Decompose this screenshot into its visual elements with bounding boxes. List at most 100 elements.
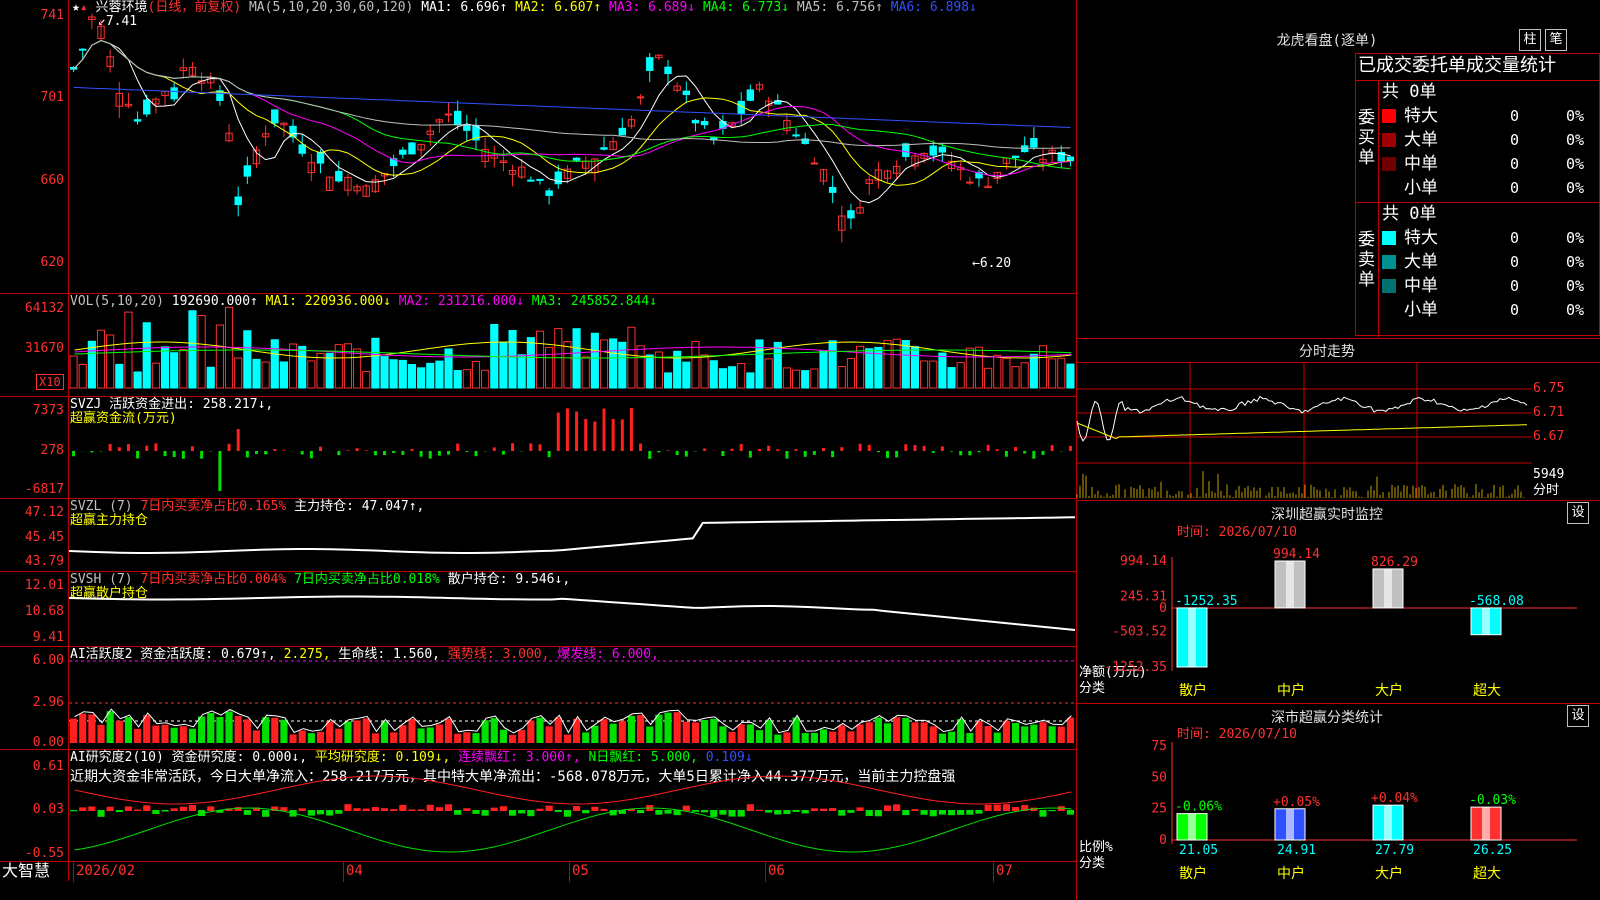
candlestick-chart[interactable]: [69, 0, 1075, 294]
volume-bar: [371, 337, 380, 389]
research-bar: [508, 810, 517, 816]
svzj-pane[interactable]: SVZJ 活跃资金进出: 258.217↓, 超赢资金流(万元): [0, 397, 1077, 499]
svsh-pane[interactable]: SVSH (7) 7日内买卖净占比0.004% 7日内买卖净占比0.018% 散…: [0, 572, 1077, 647]
order-val: 0: [1510, 253, 1520, 271]
activity-bar: [1039, 722, 1047, 743]
volume-bar: [700, 354, 709, 389]
research-bar: [746, 804, 754, 811]
sz-stats-chart[interactable]: 75 50 25 0 -0.06% 21.05 散户 +0.05% 24.91 中户 +0.04% 2…: [1077, 739, 1600, 900]
volume-bar: [636, 345, 645, 389]
intraday-vol: 5949: [1533, 467, 1565, 482]
research-bar: [819, 808, 828, 811]
research-bar: [481, 810, 489, 816]
research-bar: [774, 810, 782, 815]
research-bar: [362, 808, 370, 811]
volume-bar: [801, 370, 810, 389]
ai-activity-chart[interactable]: [69, 647, 1075, 750]
candle-body: [335, 170, 343, 182]
bar-category-label: 中户: [1277, 865, 1305, 882]
candle-body: [143, 99, 151, 115]
pen-toggle-button[interactable]: 笔: [1545, 29, 1567, 51]
svsh-chart[interactable]: [68, 572, 1076, 647]
bar-y-tick: 994.14: [1120, 554, 1167, 569]
volume-bar: [307, 360, 316, 389]
activity-bar: [124, 717, 133, 743]
dragon-title: 龙虎看盘(逐单): [1276, 33, 1378, 49]
volume-bar: [1011, 366, 1020, 389]
volume-bar: [910, 346, 920, 389]
order-vlabel: 委卖单: [1358, 230, 1375, 290]
ai-research-chart[interactable]: [69, 750, 1075, 862]
research-bar: [755, 809, 764, 811]
sz-stats-settings-button[interactable]: 设: [1567, 705, 1589, 727]
candle-body: [691, 119, 700, 124]
bar-y-tick: -503.52: [1112, 625, 1167, 640]
intraday-chart[interactable]: [1076, 363, 1532, 499]
right-panel: 龙虎看盘(逐单) 柱 笔 已成交委托单成交量统计 委买单共 0单 特大 0 0% 大单 0…: [1076, 0, 1600, 900]
volume-pane[interactable]: VOL(5,10,20) 192690.000↑ MA1: 220936.000…: [0, 294, 1077, 397]
volume-chart[interactable]: [69, 294, 1075, 397]
volume-bar: [773, 341, 782, 389]
bar-bottom-value: 27.79: [1375, 843, 1414, 858]
intraday-avg-line: [1076, 422, 1528, 440]
activity-bar: [536, 717, 544, 743]
volume-bar: [974, 346, 984, 389]
svzl-chart[interactable]: [68, 499, 1076, 572]
research-bar: [161, 810, 169, 812]
activity-bar: [938, 733, 946, 743]
volume-bar: [160, 346, 170, 389]
activity-bar: [627, 715, 636, 743]
research-bar: [1002, 804, 1010, 811]
bar-value-label: -1252.35: [1175, 594, 1238, 609]
activity-bar: [234, 716, 242, 743]
activity-bar: [216, 716, 224, 743]
y-tick-label: 47.12: [24, 505, 64, 520]
activity-bar: [655, 714, 663, 743]
order-val: 0: [1510, 277, 1520, 295]
y-tick-label: 701: [40, 90, 64, 105]
activity-bar: [819, 729, 828, 743]
bar-category-label: 中户: [1277, 682, 1305, 699]
order-total: 共 0单: [1382, 82, 1437, 102]
intraday-tick: 6.75: [1533, 381, 1565, 396]
price-pane[interactable]: ★▴ 兴蓉环境(日线，前复权) MA(5,10,20,30,60,120) MA…: [0, 0, 1077, 294]
date-axis: 大智慧 2026/02 04 05 06 07: [0, 862, 1077, 882]
volume-bar: [1057, 357, 1066, 389]
bar-y-tick: 75: [1151, 739, 1167, 754]
volume-bar: [206, 366, 215, 389]
activity-bar: [490, 718, 498, 743]
svzl-pane[interactable]: SVZL (7) 7日内买卖净占比0.165% 主力持仓: 47.047↑, 超…: [0, 499, 1077, 572]
research-bar: [883, 805, 892, 811]
date-divider: [569, 862, 570, 882]
bar-bottom-value: 21.05: [1179, 843, 1218, 858]
order-name: 特大: [1404, 106, 1438, 126]
svzj-chart[interactable]: [69, 397, 1075, 499]
candle-body: [1030, 138, 1038, 148]
volume-bar: [298, 345, 307, 389]
research-bar: [545, 805, 553, 811]
volume-bar: [993, 354, 1002, 389]
volume-bar: [325, 352, 334, 389]
y-tick-label: 0.03: [32, 802, 64, 817]
volume-bar: [517, 354, 526, 389]
volume-bar: [791, 369, 801, 389]
order-total: 共 0单: [1382, 204, 1437, 224]
ai-activity-pane[interactable]: AI活跃度2 资金活跃度: 0.679↑, 2.275, 生命线: 1.560,…: [0, 647, 1077, 750]
research-bar: [810, 808, 818, 811]
activity-bar: [97, 724, 105, 743]
bar-category-label: 散户: [1179, 682, 1207, 699]
research-bar: [79, 807, 87, 811]
bar-value-label: -568.08: [1469, 594, 1524, 609]
sz-monitor-settings-button[interactable]: 设: [1567, 502, 1589, 524]
research-bar: [326, 810, 334, 816]
volume-bar: [645, 354, 654, 389]
research-bar: [655, 810, 663, 815]
bar-toggle-button[interactable]: 柱: [1519, 29, 1541, 51]
sz-monitor-chart[interactable]: 994.14245.310-503.52-1252.35-1252.35散户99…: [1077, 540, 1600, 700]
candle-body: [79, 48, 87, 51]
activity-bar: [545, 726, 553, 743]
bar-category-label: 超大: [1473, 683, 1501, 699]
bar-y-tick: -1252.35: [1104, 660, 1167, 675]
activity-bar: [810, 732, 818, 743]
ai-research-pane[interactable]: AI研究度2(10) 资金研究度: 0.000↓, 平均研究度: 0.109↓,…: [0, 750, 1077, 862]
